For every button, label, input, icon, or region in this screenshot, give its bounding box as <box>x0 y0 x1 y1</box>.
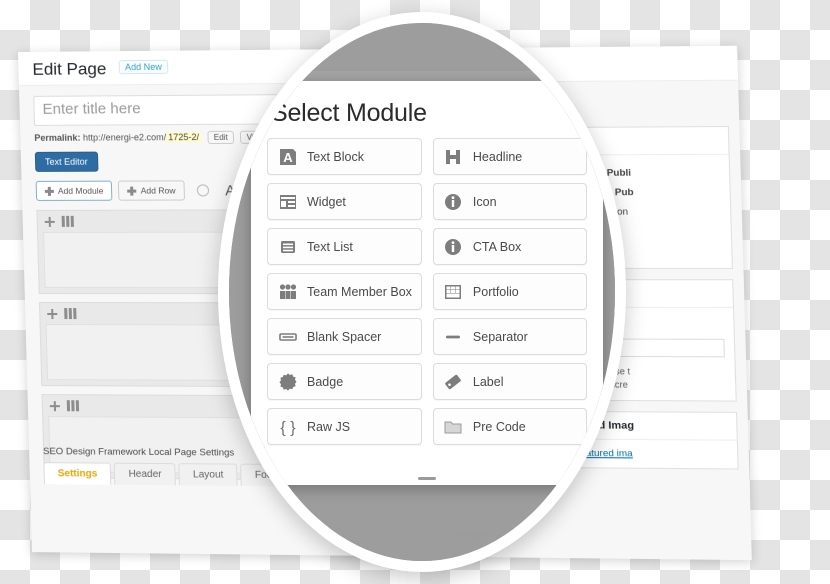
screen-options-tab[interactable]: Screen <box>736 45 752 52</box>
curly-braces-icon: { } <box>277 416 298 437</box>
module-button-cta-box[interactable]: CTA Box <box>432 228 587 265</box>
module-button-badge[interactable]: Badge <box>267 363 422 400</box>
letter-a-icon: A <box>277 146 298 167</box>
modal-resize-grip[interactable] <box>418 477 436 480</box>
module-label: Pre Code <box>472 419 526 434</box>
svg-text:{ }: { } <box>280 419 296 436</box>
add-row-button[interactable]: Add Row <box>118 180 185 201</box>
module-grid: A Text Block Headline Widget Icon Text L… <box>251 132 603 459</box>
permalink-slug[interactable]: 1725-2/ <box>166 131 202 143</box>
module-label: Separator <box>472 329 528 344</box>
text-editor-button[interactable]: Text Editor <box>34 151 99 172</box>
module-label: Icon <box>472 194 497 209</box>
module-label: Raw JS <box>307 419 351 434</box>
grid-thumbnails-icon <box>443 281 464 302</box>
permalink-base: http://energi-e2.com/ <box>82 132 167 143</box>
module-button-icon[interactable]: Icon <box>432 183 587 220</box>
modal-title: Select Module <box>271 99 427 127</box>
module-label: Team Member Box <box>307 284 412 299</box>
columns-icon[interactable] <box>61 215 74 227</box>
widget-panel-icon <box>277 191 298 212</box>
screenshot-stage: Edit Page Add New Enter title here Perma… <box>0 0 830 584</box>
tab-header[interactable]: Header <box>114 462 177 486</box>
plus-icon <box>127 186 136 195</box>
columns-icon[interactable] <box>66 400 80 412</box>
tab-settings[interactable]: Settings <box>43 462 112 485</box>
module-label: Text List <box>307 239 353 254</box>
module-button-text-block[interactable]: A Text Block <box>267 138 422 175</box>
module-button-text-list[interactable]: Text List <box>267 228 422 265</box>
visibility-value[interactable]: Pub <box>615 187 634 198</box>
module-button-separator[interactable]: Separator <box>432 318 587 355</box>
page-title: Edit Page <box>32 59 107 79</box>
people-group-icon <box>277 281 298 302</box>
module-button-pre-code[interactable]: Pre Code <box>432 408 587 445</box>
select-module-modal: Select Module A Text Block Headline Widg… <box>251 81 603 485</box>
magnifier-lens: Select Module A Text Block Headline Widg… <box>218 12 626 572</box>
warning-triangle-icon <box>585 459 597 469</box>
tag-label-icon <box>443 371 464 392</box>
add-row-label: Add Row <box>140 185 176 196</box>
starburst-badge-icon <box>277 371 298 392</box>
columns-icon[interactable] <box>64 308 77 320</box>
module-button-blank-spacer[interactable]: Blank Spacer <box>267 318 422 355</box>
module-label: Label <box>472 374 504 389</box>
module-button-portfolio[interactable]: Portfolio <box>432 273 587 310</box>
letter-h-icon <box>443 146 464 167</box>
modal-footer-bar <box>251 469 603 485</box>
info-circle-icon <box>443 236 464 257</box>
permalink-label: Permalink: <box>34 132 81 143</box>
move-handle-icon[interactable] <box>45 216 55 226</box>
module-label: Blank Spacer <box>307 329 382 344</box>
module-button-widget[interactable]: Widget <box>267 183 422 220</box>
module-label: Badge <box>307 374 344 389</box>
svg-text:A: A <box>283 150 293 165</box>
move-handle-icon[interactable] <box>50 401 60 411</box>
add-module-button[interactable]: Add Module <box>35 180 113 201</box>
module-button-label[interactable]: Label <box>432 363 587 400</box>
module-button-raw-js[interactable]: { } Raw JS <box>267 408 422 445</box>
module-label: Text Block <box>307 149 364 164</box>
module-label: Headline <box>472 149 523 164</box>
folder-icon <box>443 416 464 437</box>
module-button-team-member-box[interactable]: Team Member Box <box>267 273 422 310</box>
bottom-text-fragment: anager <box>455 528 490 540</box>
module-label: Widget <box>307 194 346 209</box>
module-button-headline[interactable]: Headline <box>432 138 587 175</box>
magnifier-icon <box>196 184 210 197</box>
stacked-list-icon <box>277 236 298 257</box>
spacer-bar-icon <box>277 326 298 347</box>
move-handle-icon[interactable] <box>47 309 57 319</box>
module-label: CTA Box <box>472 239 522 254</box>
module-label: Portfolio <box>472 284 519 299</box>
add-module-label: Add Module <box>57 185 104 196</box>
add-new-button[interactable]: Add New <box>118 59 169 75</box>
horizontal-rule-icon <box>443 326 464 347</box>
plus-icon <box>45 186 54 195</box>
info-circle-icon <box>443 191 464 212</box>
